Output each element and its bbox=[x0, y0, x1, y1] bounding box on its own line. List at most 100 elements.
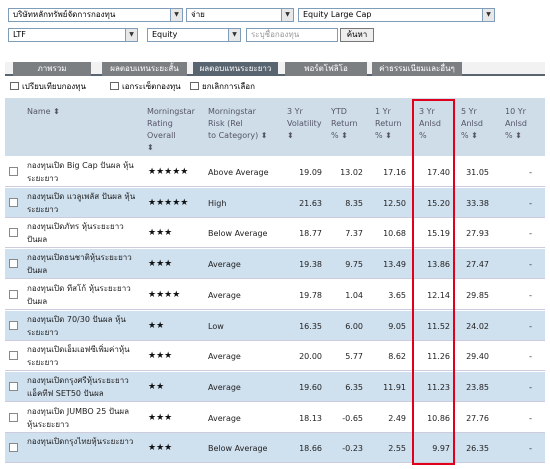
value-r1: 17.16 bbox=[383, 168, 406, 177]
table-row[interactable]: กองทุนเปิด JUMBO 25 ปันผล หุ้นระยะยาว ★★★… bbox=[5, 402, 545, 433]
col-ytd[interactable]: YTD Return % ⬍ bbox=[331, 106, 358, 142]
row-checkbox[interactable] bbox=[9, 167, 18, 176]
value-ytd: 1.04 bbox=[345, 290, 363, 300]
fund-type-select[interactable]: LTF ▼ bbox=[8, 28, 138, 42]
risk-level: High bbox=[208, 198, 227, 208]
risk-level: Average bbox=[208, 413, 241, 423]
search-button[interactable]: ค้นหา bbox=[340, 28, 374, 42]
tab-short-term-return[interactable]: ผลตอบแทนระยะสั้น bbox=[102, 62, 187, 76]
star-rating: ★★★ bbox=[148, 259, 173, 270]
fund-name[interactable]: กองทุนเปิดเอ็มเอฟซีเพิ่มค่าหุ้นระยะยาว bbox=[27, 343, 142, 369]
risk-level: Average bbox=[208, 290, 241, 300]
fund-name[interactable]: กองทุนเปิดภัทร หุ้นระยะยาวปันผล bbox=[27, 220, 142, 246]
value-r3: 11.23 bbox=[427, 382, 450, 392]
compare-icon bbox=[10, 82, 19, 90]
type-select[interactable]: จ่าย ▼ bbox=[186, 8, 294, 22]
table-row[interactable]: กองทุนเปิดเอ็มเอฟซีเพิ่มค่าหุ้นระยะยาว ★★… bbox=[5, 341, 545, 372]
value-r1: 3.65 bbox=[388, 290, 406, 300]
col-volatility[interactable]: 3 Yr Volatility ⬍ bbox=[287, 106, 322, 142]
fund-name[interactable]: กองทุนเปิด 70/30 ปันผล หุ้นระยะยาว bbox=[27, 313, 142, 339]
table-row[interactable]: กองทุนเปิดกรุงไทยหุ้นระยะยาว ★★★ Below Ave… bbox=[5, 433, 545, 464]
table-row[interactable]: กองทุนเปิด ทีสโก้ หุ้นระยะยาว ปันผล ★★★★ A… bbox=[5, 279, 545, 310]
fund-name[interactable]: กองทุนเปิด ทีสโก้ หุ้นระยะยาว ปันผล bbox=[27, 282, 142, 308]
tab-long-term-return[interactable]: ผลตอบแทนระยะยาว bbox=[193, 62, 278, 76]
tab-fees[interactable]: ค่าธรรมเนียมและอื่นๆ bbox=[372, 62, 462, 76]
fund-name[interactable]: กองทุนเปิด แวลูเพลัส ปันผล หุ้นระยะยาว bbox=[27, 190, 142, 216]
col-3yr[interactable]: 3 Yr Anlsd % bbox=[419, 106, 441, 142]
value-vol: 21.63 bbox=[299, 198, 322, 208]
value-vol: 19.60 bbox=[299, 382, 322, 392]
row-checkbox[interactable] bbox=[9, 412, 18, 422]
company-select[interactable]: บริษัทหลักทรัพย์จัดการกองทุน ▼ bbox=[8, 8, 183, 22]
clear-selection-button[interactable]: ยกเลิกการเลือก bbox=[190, 80, 255, 94]
value-ytd: 5.77 bbox=[345, 352, 363, 362]
col-name[interactable]: Name ⬍ bbox=[27, 106, 60, 118]
value-ytd: 9.75 bbox=[345, 260, 363, 270]
row-checkbox[interactable] bbox=[9, 443, 18, 453]
col-5yr[interactable]: 5 Yr Anlsd % ⬍ bbox=[461, 106, 483, 142]
value-r1: 13.49 bbox=[383, 260, 406, 270]
value-r10: - bbox=[529, 321, 532, 331]
row-checkbox[interactable] bbox=[9, 259, 18, 269]
col-10yr[interactable]: 10 Yr Anlsd % ⬍ bbox=[505, 106, 527, 142]
search-input[interactable]: ระบุชื่อกองทุน bbox=[246, 28, 338, 42]
table-row[interactable]: กองทุนเปิดกรุงศรีหุ้นระยะยาว แอ็คทีฟ SET… bbox=[5, 371, 545, 402]
risk-level: Average bbox=[208, 260, 241, 270]
fund-name[interactable]: กองทุนเปิด Big Cap ปันผล หุ้นระยะยาว bbox=[27, 159, 142, 185]
value-r1: 10.68 bbox=[383, 229, 406, 239]
table-row[interactable]: กองทุนเปิด แวลูเพลัส ปันผล หุ้นระยะยาว ★★… bbox=[5, 187, 545, 218]
value-r10: - bbox=[529, 444, 532, 454]
table-row[interactable]: กองทุนเปิดธนชาติหุ้นระยะยาว ปันผล ★★★ Aver… bbox=[5, 249, 545, 280]
value-r10: - bbox=[529, 260, 532, 270]
value-r5: 33.38 bbox=[466, 198, 489, 208]
fund-name[interactable]: กองทุนเปิดธนชาติหุ้นระยะยาว ปันผล bbox=[27, 251, 142, 277]
table-row[interactable]: กองทุนเปิดภัทร หุ้นระยะยาวปันผล ★★★ Below … bbox=[5, 218, 545, 249]
value-r3: 15.20 bbox=[427, 198, 450, 208]
table-row[interactable]: กองทุนเปิด 70/30 ปันผล หุ้นระยะยาว ★★ Low 1… bbox=[5, 310, 545, 341]
value-r3: 11.52 bbox=[427, 321, 450, 331]
chevron-down-icon: ▼ bbox=[170, 9, 182, 21]
row-checkbox[interactable] bbox=[9, 320, 18, 330]
value-vol: 18.77 bbox=[299, 229, 322, 239]
tab-bar: ภาพรวม ผลตอบแทนระยะสั้น ผลตอบแทนระยะยาว … bbox=[5, 62, 545, 76]
col-1yr[interactable]: 1 Yr Return % ⬍ bbox=[375, 106, 402, 142]
value-vol: 19.78 bbox=[299, 290, 322, 300]
value-r3: 12.14 bbox=[427, 290, 450, 300]
tab-overview[interactable]: ภาพรวม bbox=[13, 62, 91, 76]
table-row[interactable]: กองทุนเปิด Big Cap ปันผล หุ้นระยะยาว ★★★★… bbox=[5, 157, 545, 187]
chevron-down-icon: ▼ bbox=[482, 9, 494, 21]
category-select[interactable]: Equity Large Cap ▼ bbox=[298, 8, 495, 22]
fund-name[interactable]: กองทุนเปิดกรุงศรีหุ้นระยะยาว แอ็คทีฟ SET… bbox=[27, 374, 142, 400]
row-checkbox[interactable] bbox=[9, 197, 18, 207]
col-rating[interactable]: Morningstar Rating Overall ⬍ bbox=[147, 106, 195, 154]
star-rating: ★★★ bbox=[148, 228, 173, 239]
fund-name[interactable]: กองทุนเปิดกรุงไทยหุ้นระยะยาว bbox=[27, 435, 142, 448]
row-checkbox[interactable] bbox=[9, 228, 18, 238]
row-checkbox[interactable] bbox=[9, 289, 18, 299]
value-r3: 11.26 bbox=[427, 352, 450, 362]
chevron-down-icon: ▼ bbox=[281, 9, 293, 21]
value-r10: - bbox=[529, 352, 532, 362]
star-rating: ★★★ bbox=[148, 412, 173, 423]
row-checkbox[interactable] bbox=[9, 351, 18, 361]
value-r5: 23.85 bbox=[466, 382, 489, 392]
value-r10: - bbox=[529, 413, 532, 423]
fund-name[interactable]: กองทุนเปิด JUMBO 25 ปันผล หุ้นระยะยาว bbox=[27, 405, 142, 431]
value-r5: 26.35 bbox=[466, 444, 489, 454]
value-r1: 11.91 bbox=[383, 382, 406, 392]
tab-portfolio[interactable]: พอร์ตโฟลิโอ bbox=[285, 62, 367, 76]
value-r10: - bbox=[529, 198, 532, 208]
value-vol: 20.00 bbox=[299, 352, 322, 362]
value-vol: 19.09 bbox=[299, 168, 322, 177]
risk-level: Below Average bbox=[208, 229, 268, 239]
value-vol: 18.13 bbox=[299, 413, 322, 423]
value-r3: 17.40 bbox=[427, 168, 450, 177]
risk-level: Low bbox=[208, 321, 224, 331]
compare-funds-button[interactable]: เปรียบเทียบกองทุน bbox=[10, 80, 86, 94]
row-checkbox[interactable] bbox=[9, 381, 18, 391]
portfolio-select-button[interactable]: เอกระเซ็ตกองทุน bbox=[110, 80, 181, 94]
star-rating: ★★★ bbox=[148, 443, 173, 454]
value-r3: 10.86 bbox=[427, 413, 450, 423]
col-risk[interactable]: Morningstar Risk (Rel to Category) ⬍ bbox=[208, 106, 267, 142]
asset-select[interactable]: Equity ▼ bbox=[147, 28, 241, 42]
